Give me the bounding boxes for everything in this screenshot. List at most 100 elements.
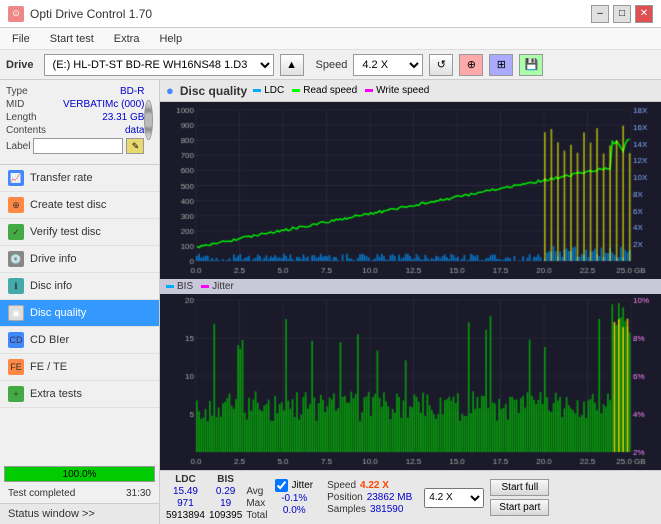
disc-thumbnail [144, 100, 153, 140]
transfer-rate-label: Transfer rate [30, 172, 93, 184]
type-label: Type [6, 86, 28, 97]
refresh-button[interactable]: ↺ [429, 54, 453, 76]
chart-header: ● Disc quality LDC Read speed Write spee… [160, 80, 661, 102]
start-part-button[interactable]: Start part [490, 499, 549, 516]
position-row: Position 23862 MB [327, 492, 412, 503]
disc-quality-label: Disc quality [30, 307, 86, 319]
max-label: Max [246, 498, 267, 509]
read-legend-dot [292, 89, 300, 92]
legend-jitter: Jitter [201, 281, 234, 292]
sidebar-item-create-test-disc[interactable]: ⊕ Create test disc [0, 192, 159, 219]
length-label: Length [6, 112, 37, 123]
length-value: 23.31 GB [102, 112, 144, 123]
mid-label: MID [6, 99, 24, 110]
sidebar-item-drive-info[interactable]: 💿 Drive info [0, 246, 159, 273]
fe-te-icon: FE [8, 359, 24, 375]
sidebar-item-fe-te[interactable]: FE FE / TE [0, 354, 159, 381]
speed-value: 4.22 X [360, 480, 389, 491]
start-full-button[interactable]: Start full [490, 479, 549, 496]
menu-help[interactable]: Help [155, 32, 186, 46]
stats-bar: LDC 15.49 971 5913894 BIS 0.29 19 109395… [160, 470, 661, 524]
sidebar-item-verify-test-disc[interactable]: ✓ Verify test disc [0, 219, 159, 246]
speed-select[interactable]: 4.2 X [353, 54, 423, 76]
speed-static-label: Speed [327, 480, 356, 491]
minimize-button[interactable]: – [591, 5, 609, 23]
drive-select[interactable]: (E:) HL-DT-ST BD-RE WH16NS48 1.D3 [44, 54, 274, 76]
save-button[interactable]: 💾 [519, 54, 543, 76]
menu-extra[interactable]: Extra [110, 32, 144, 46]
transfer-rate-icon: 📈 [8, 170, 24, 186]
sidebar-item-disc-info[interactable]: ℹ Disc info [0, 273, 159, 300]
charts-panel: ● Disc quality LDC Read speed Write spee… [160, 80, 661, 524]
menu-bar: File Start test Extra Help [0, 28, 661, 50]
ldc-stats: LDC 15.49 971 5913894 [166, 474, 205, 521]
chart-title: Disc quality [180, 84, 247, 98]
cd-bier-label: CD BIer [30, 334, 69, 346]
jitter-checkbox-row: Jitter [275, 479, 313, 492]
write-legend-dot [365, 89, 373, 92]
bis-header: BIS [209, 474, 242, 485]
read-legend-label: Read speed [303, 85, 357, 96]
max-bis: 19 [209, 498, 242, 509]
menu-file[interactable]: File [8, 32, 34, 46]
samples-row: Samples 381590 [327, 504, 412, 515]
speed-row: Speed 4.22 X [327, 480, 412, 491]
speed-dropdown[interactable]: 4.2 X [424, 488, 484, 508]
avg-label: Avg [246, 486, 267, 497]
jitter-header: Jitter [291, 480, 313, 491]
progress-bar-text: 100.0% [5, 467, 154, 482]
sidebar-item-extra-tests[interactable]: + Extra tests [0, 381, 159, 408]
type-value: BD-R [120, 86, 144, 97]
close-button[interactable]: ✕ [635, 5, 653, 23]
stats-columns: LDC 15.49 971 5913894 BIS 0.29 19 109395… [166, 474, 549, 521]
avg-ldc: 15.49 [166, 486, 205, 497]
sidebar-item-transfer-rate[interactable]: 📈 Transfer rate [0, 165, 159, 192]
status-row: Test completed 31:30 [0, 484, 159, 503]
legend-ldc: LDC [253, 85, 284, 96]
jitter-label: Jitter [212, 281, 234, 292]
label-input[interactable] [33, 138, 123, 154]
legend-read: Read speed [292, 85, 357, 96]
disc-length-row: Length 23.31 GB [6, 112, 144, 123]
top-chart-canvas [160, 102, 661, 279]
samples-value: 381590 [370, 504, 403, 515]
menu-start-test[interactable]: Start test [46, 32, 98, 46]
status-text: Test completed [4, 486, 79, 501]
bottom-chart-canvas [160, 294, 661, 470]
drive-info-icon: 💿 [8, 251, 24, 267]
top-chart-area [160, 102, 661, 279]
settings-button[interactable]: ⊕ [459, 54, 483, 76]
app-title: Opti Drive Control 1.70 [30, 7, 152, 21]
legend-write: Write speed [365, 85, 429, 96]
chart-legend: LDC Read speed Write speed [253, 85, 429, 96]
ldc-header: LDC [166, 474, 205, 485]
verify-disc-label: Verify test disc [30, 226, 101, 238]
cd-bier-icon: CD [8, 332, 24, 348]
disc-panel-header: Type BD-R MID VERBATIMc (000) Length 23.… [6, 86, 153, 154]
sidebar-item-cd-bier[interactable]: CD CD BIer [0, 327, 159, 354]
eject-button[interactable]: ▲ [280, 54, 304, 76]
maximize-button[interactable]: □ [613, 5, 631, 23]
jitter-checkbox[interactable] [275, 479, 288, 492]
tools-button[interactable]: ⊞ [489, 54, 513, 76]
status-window-button[interactable]: Status window >> [0, 503, 159, 524]
extra-tests-icon: + [8, 386, 24, 402]
label-label: Label [6, 141, 30, 152]
create-disc-label: Create test disc [30, 199, 106, 211]
window-controls: – □ ✕ [591, 5, 653, 23]
disc-label-row: Label ✎ [6, 138, 144, 154]
avg-bis: 0.29 [209, 486, 242, 497]
disc-panel: Type BD-R MID VERBATIMc (000) Length 23.… [0, 80, 159, 165]
samples-label: Samples [327, 504, 366, 515]
create-disc-icon: ⊕ [8, 197, 24, 213]
bis-stats: BIS 0.29 19 109395 [209, 474, 242, 521]
max-jitter: 0.0% [275, 505, 313, 516]
row-labels: X Avg Max Total [246, 474, 267, 521]
label-edit-button[interactable]: ✎ [126, 138, 144, 154]
sidebar-item-disc-quality[interactable]: ◉ Disc quality [0, 300, 159, 327]
bottom-chart-header: BIS Jitter [160, 279, 661, 294]
disc-contents-row: Contents data [6, 125, 144, 136]
speed-position-section: Speed 4.22 X Position 23862 MB Samples 3… [327, 480, 412, 515]
ldc-legend-dot [253, 89, 261, 92]
position-label: Position [327, 492, 363, 503]
